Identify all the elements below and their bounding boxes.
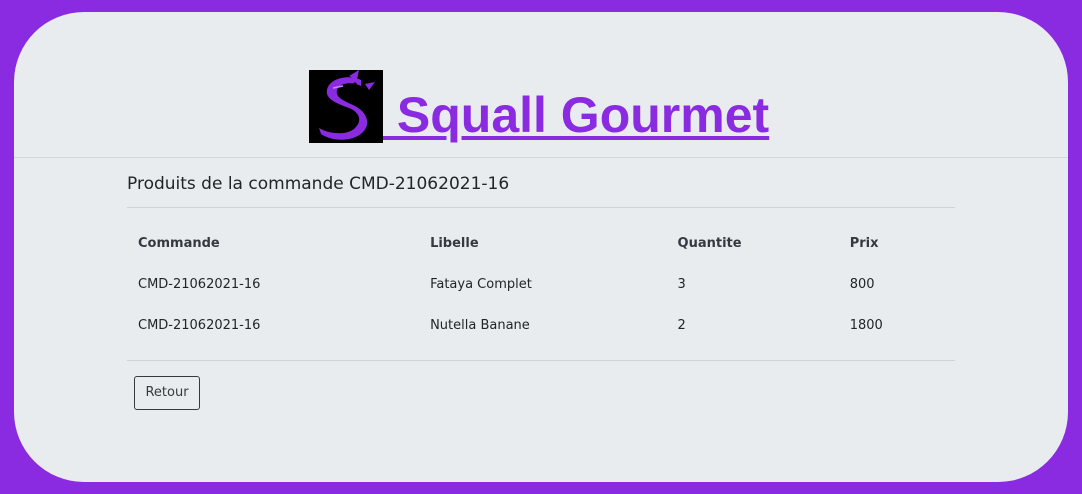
column-header-prix: Prix <box>849 236 879 251</box>
column-header-commande: Commande <box>138 236 220 251</box>
table-row: CMD-21062021-16 Nutella Banane 2 1800 <box>127 305 955 346</box>
brand-title[interactable]: Squall Gourmet <box>383 87 769 143</box>
page-header: Squall Gourmet <box>14 12 1068 158</box>
shark-s-logo-icon <box>309 70 383 143</box>
cell-prix: 1800 <box>849 318 883 333</box>
section-title: Produits de la commande CMD-21062021-16 <box>127 174 510 194</box>
products-table: Commande Libelle Quantite Prix CMD-21062… <box>127 223 955 346</box>
cell-commande: CMD-21062021-16 <box>138 318 261 333</box>
table-row: CMD-21062021-16 Fataya Complet 3 800 <box>127 264 955 305</box>
cell-libelle: Fataya Complet <box>430 277 532 292</box>
cell-commande: CMD-21062021-16 <box>138 277 261 292</box>
main-card: Squall Gourmet Produits de la commande C… <box>14 12 1068 482</box>
brand-link[interactable]: Squall Gourmet <box>309 70 769 143</box>
back-button[interactable]: Retour <box>134 376 200 410</box>
divider <box>127 360 955 361</box>
cell-prix: 800 <box>849 277 875 292</box>
divider <box>127 207 955 208</box>
table-header-row: Commande Libelle Quantite Prix <box>127 223 955 264</box>
cell-libelle: Nutella Banane <box>430 318 530 333</box>
column-header-quantite: Quantite <box>677 236 742 251</box>
cell-quantite: 2 <box>677 318 686 333</box>
column-header-libelle: Libelle <box>430 236 479 251</box>
cell-quantite: 3 <box>677 277 686 292</box>
